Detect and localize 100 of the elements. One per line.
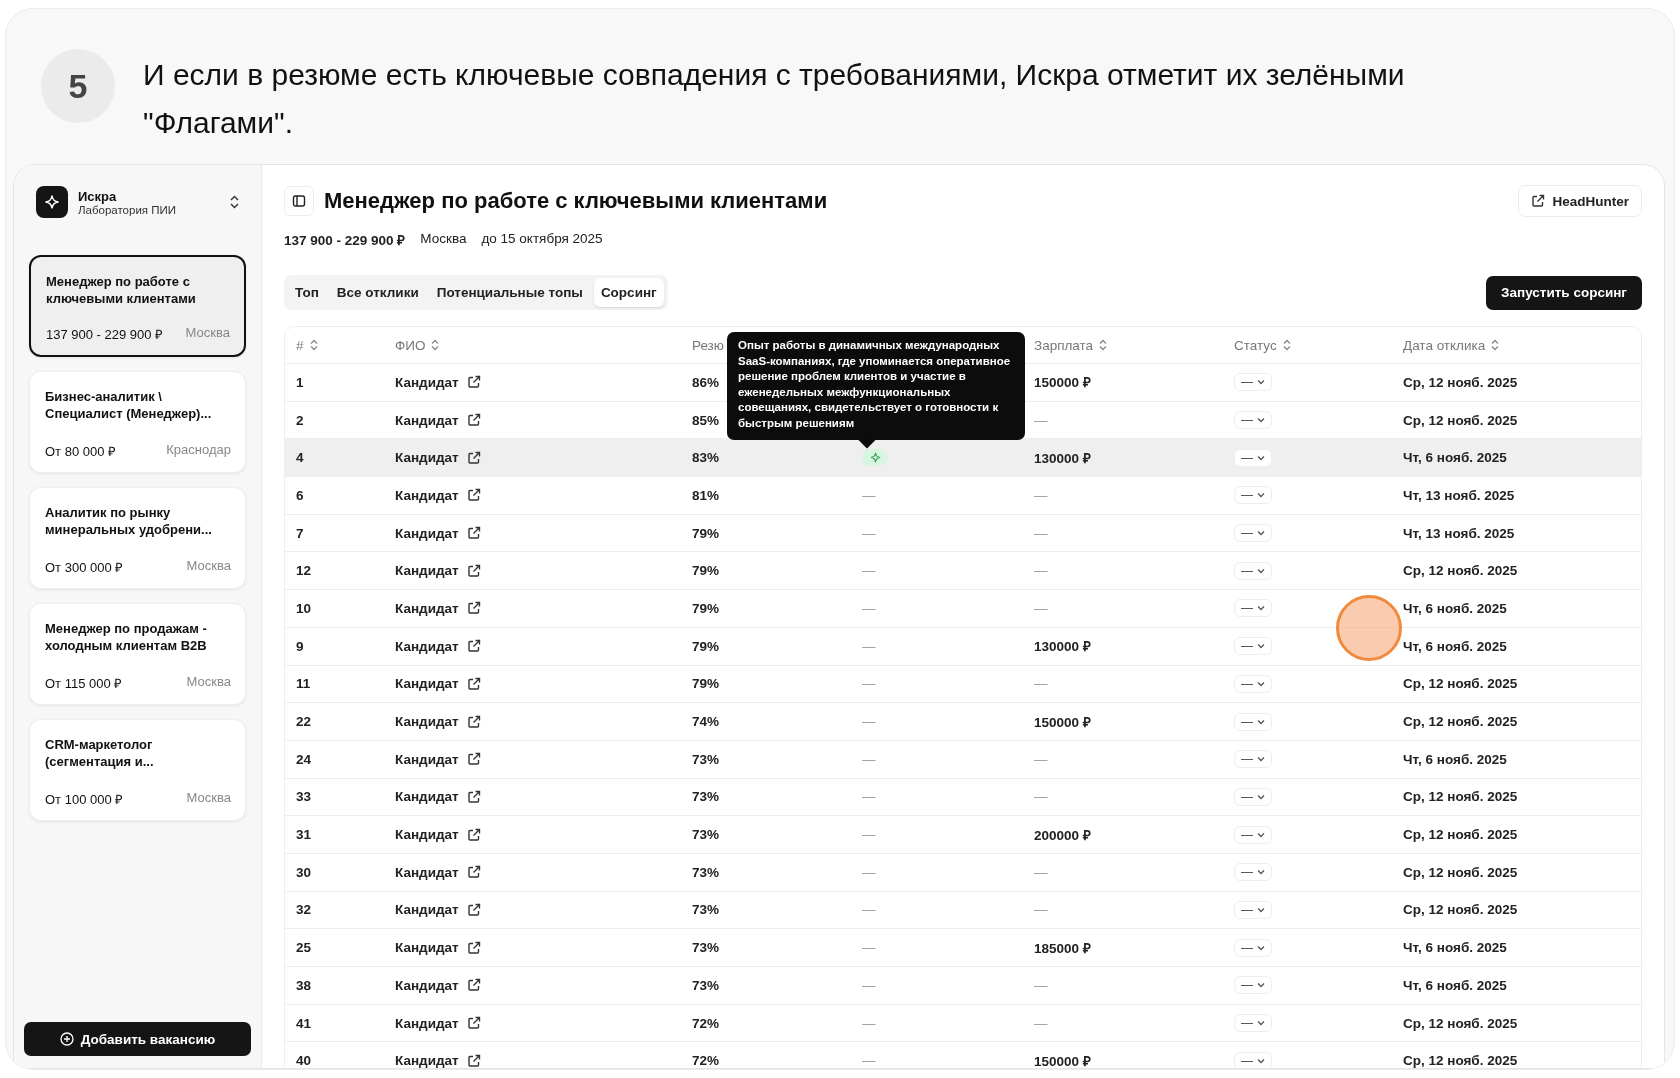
candidate-name-link[interactable]: Кандидат bbox=[395, 1053, 459, 1068]
tab[interactable]: Все отклики bbox=[329, 278, 426, 307]
table-cell: 33 bbox=[296, 789, 312, 805]
external-link-icon bbox=[466, 1053, 481, 1068]
empty-value: — bbox=[862, 525, 876, 541]
chevron-down-icon bbox=[1257, 718, 1265, 725]
salary-value: — bbox=[1034, 563, 1048, 579]
status-dropdown[interactable]: — bbox=[1234, 411, 1272, 430]
vacancy-card[interactable]: CRM-маркетолог (сегментация и... От 100 000 ₽ Москва bbox=[29, 719, 246, 821]
candidate-name-link[interactable]: Кандидат bbox=[395, 940, 459, 956]
sort-icon[interactable] bbox=[1282, 339, 1291, 351]
salary-value: — bbox=[1034, 864, 1048, 880]
sidebar-toggle-icon[interactable] bbox=[284, 186, 314, 216]
status-dropdown[interactable]: — bbox=[1234, 750, 1272, 769]
chevron-down-icon bbox=[1257, 643, 1265, 650]
chevron-down-icon bbox=[1257, 906, 1265, 913]
external-link-icon bbox=[466, 714, 481, 729]
add-vacancy-button[interactable]: Добавить вакансию bbox=[24, 1022, 251, 1056]
candidate-name-link[interactable]: Кандидат bbox=[395, 487, 459, 503]
sort-icon[interactable] bbox=[309, 339, 318, 351]
tab[interactable]: Сорсинг bbox=[593, 278, 664, 307]
external-link-icon bbox=[466, 526, 481, 541]
chevron-down-icon bbox=[1257, 680, 1265, 687]
empty-value: — bbox=[862, 827, 876, 843]
logo-icon bbox=[36, 186, 68, 218]
table-cell: 4 bbox=[296, 450, 304, 466]
salary-range: 137 900 - 229 900 ₽ bbox=[284, 232, 406, 249]
flag-badge[interactable] bbox=[862, 449, 888, 467]
status-dropdown[interactable]: — bbox=[1234, 561, 1272, 580]
chevron-updown-icon[interactable] bbox=[230, 195, 239, 209]
sort-icon[interactable] bbox=[431, 339, 440, 351]
status-dropdown[interactable]: — bbox=[1234, 900, 1272, 919]
candidate-name-link[interactable]: Кандидат bbox=[395, 902, 459, 918]
workspace-subtitle: Лаборатория ПИИ bbox=[78, 203, 178, 216]
status-dropdown[interactable]: — bbox=[1234, 1014, 1272, 1033]
candidate-name-link[interactable]: Кандидат bbox=[395, 412, 459, 428]
salary-value: — bbox=[1034, 1015, 1048, 1031]
candidate-name-link[interactable]: Кандидат bbox=[395, 600, 459, 616]
external-link-icon bbox=[466, 865, 481, 880]
chevron-down-icon bbox=[1257, 944, 1265, 951]
candidate-name-link[interactable]: Кандидат bbox=[395, 751, 459, 767]
candidate-name-link[interactable]: Кандидат bbox=[395, 864, 459, 880]
status-dropdown[interactable]: — bbox=[1234, 863, 1272, 882]
candidate-name-link[interactable]: Кандидат bbox=[395, 789, 459, 805]
external-link-icon bbox=[466, 940, 481, 955]
headhunter-link-button[interactable]: HeadHunter bbox=[1518, 185, 1642, 217]
start-sourcing-button[interactable]: Запустить сорсинг bbox=[1486, 275, 1642, 310]
status-dropdown[interactable]: — bbox=[1234, 373, 1272, 392]
tooltip-text: Опыт работы в динамичных международных SaaS-компаниях, где упоминается оперативное решение проблем клиентов и участие в еженедельных межфункциональных совещаниях, свидетельствует о готовности к быстрым решениям bbox=[738, 339, 1011, 429]
status-dropdown[interactable]: — bbox=[1234, 524, 1272, 543]
status-dropdown[interactable]: — bbox=[1234, 938, 1272, 957]
status-dropdown[interactable]: — bbox=[1234, 1051, 1272, 1068]
external-link-icon bbox=[466, 413, 481, 428]
candidate-name-link[interactable]: Кандидат bbox=[395, 714, 459, 730]
vacancy-card[interactable]: Бизнес-аналитик \ Специалист (Менеджер)... От 80 000 ₽ Краснодар bbox=[29, 371, 246, 473]
salary-value: — bbox=[1034, 789, 1048, 805]
status-dropdown[interactable]: — bbox=[1234, 486, 1272, 505]
status-dropdown[interactable]: — bbox=[1234, 712, 1272, 731]
chevron-down-icon bbox=[1257, 793, 1265, 800]
candidate-name-link[interactable]: Кандидат bbox=[395, 638, 459, 654]
candidate-name-link[interactable]: Кандидат bbox=[395, 676, 459, 692]
status-dropdown[interactable]: — bbox=[1234, 787, 1272, 806]
external-link-icon bbox=[466, 639, 481, 654]
tab[interactable]: Топ bbox=[288, 278, 326, 307]
external-link-icon bbox=[1531, 194, 1546, 208]
empty-value: — bbox=[862, 600, 876, 616]
resume-score: 79% bbox=[692, 525, 720, 541]
salary-value: 130000 ₽ bbox=[1034, 450, 1091, 466]
resume-score: 73% bbox=[692, 827, 720, 843]
vacancy-card[interactable]: Аналитик по рынку минеральных удобрени... От 300 000 ₽ Москва bbox=[29, 487, 246, 589]
table-cell: 6 bbox=[296, 487, 304, 503]
candidate-name-link[interactable]: Кандидат bbox=[395, 374, 459, 390]
candidate-name-link[interactable]: Кандидат bbox=[395, 525, 459, 541]
status-dropdown[interactable]: — bbox=[1234, 674, 1272, 693]
vacancy-title: CRM-маркетолог (сегментация и... bbox=[45, 736, 155, 770]
candidate-name-link[interactable]: Кандидат bbox=[395, 450, 459, 466]
candidate-name-link[interactable]: Кандидат bbox=[395, 563, 459, 579]
table-cell: 30 bbox=[296, 864, 312, 880]
sort-icon[interactable] bbox=[1099, 339, 1108, 351]
vacancy-title: Менеджер по продажам - холодным клиентам B2B bbox=[45, 620, 208, 654]
vacancy-city: Москва bbox=[186, 790, 231, 807]
sort-icon[interactable] bbox=[1491, 339, 1500, 351]
status-dropdown[interactable]: — bbox=[1234, 976, 1272, 995]
vacancy-salary: От 80 000 ₽ bbox=[45, 443, 117, 460]
vacancy-card[interactable]: Менеджер по продажам - холодным клиентам B2B От 115 000 ₽ Москва bbox=[29, 603, 246, 705]
vacancy-title: Менеджер по работе с ключевыми клиентами bbox=[46, 273, 197, 307]
empty-value: — bbox=[862, 902, 876, 918]
candidate-name-link[interactable]: Кандидат bbox=[395, 977, 459, 993]
status-dropdown[interactable]: — bbox=[1234, 637, 1272, 656]
candidate-name-link[interactable]: Кандидат bbox=[395, 827, 459, 843]
status-dropdown[interactable]: — bbox=[1234, 448, 1272, 467]
status-dropdown[interactable]: — bbox=[1234, 599, 1272, 618]
response-date: Чт, 6 нояб. 2025 bbox=[1403, 600, 1507, 616]
tab[interactable]: Потенциальные топы bbox=[429, 278, 590, 307]
candidate-name-link[interactable]: Кандидат bbox=[395, 1015, 459, 1031]
status-dropdown[interactable]: — bbox=[1234, 825, 1272, 844]
vacancy-card[interactable]: Менеджер по работе с ключевыми клиентами 137 900 - 229 900 ₽ Москва bbox=[29, 255, 246, 357]
table-cell: 38 bbox=[296, 977, 312, 993]
response-date: Ср, 12 нояб. 2025 bbox=[1403, 412, 1518, 428]
salary-value: — bbox=[1034, 977, 1048, 993]
